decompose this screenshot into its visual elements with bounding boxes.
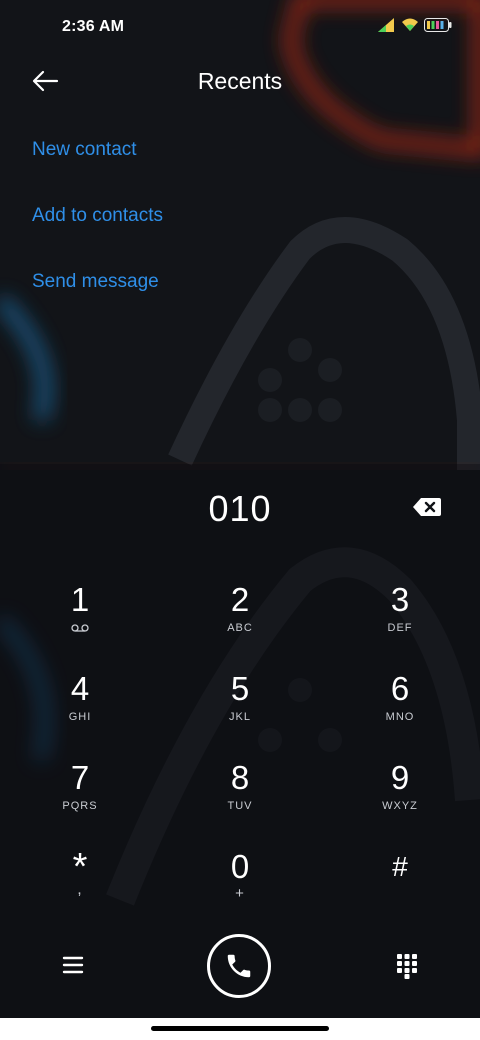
call-button[interactable] [207,934,271,998]
key-letters: DEF [387,622,413,634]
key-1[interactable]: 1 [20,580,140,656]
key-0[interactable]: 0 + [180,847,300,923]
key-digit: 9 [390,759,410,796]
key-digit: 3 [390,581,410,618]
key-letters: JKL [229,711,251,723]
dialed-number: 010 [208,488,272,529]
key-digit: 1 [70,581,90,618]
battery-icon [424,18,452,32]
key-hash[interactable]: # [340,847,460,923]
new-contact-link[interactable]: New contact [32,139,137,161]
page-title: Recents [197,68,283,94]
send-message-link[interactable]: Send message [32,271,159,293]
key-3[interactable]: 3 DEF [340,580,460,656]
key-digit: 4 [70,670,90,707]
key-8[interactable]: 8 TUV [180,758,300,834]
key-9[interactable]: 9 WXYZ [340,758,460,834]
key-letters: ABC [227,622,253,634]
key-digit: 7 [70,759,90,796]
status-bar: 2:36 AM [0,0,480,56]
home-indicator[interactable] [151,1026,329,1031]
key-letters: PQRS [62,800,98,812]
wifi-icon [402,18,418,31]
key-digit: 6 [390,670,410,707]
phone-icon [227,954,251,978]
key-letters: WXYZ [382,800,418,812]
voicemail-icon [71,624,89,632]
key-5[interactable]: 5 JKL [180,669,300,745]
key-star[interactable]: * , [20,847,140,923]
key-letters: , [77,881,83,898]
key-digit: 0 [230,848,250,885]
backspace-icon[interactable] [412,496,442,518]
menu-icon[interactable] [62,954,84,976]
key-4[interactable]: 4 GHI [20,669,140,745]
key-letters: GHI [68,711,92,723]
key-digit: 2 [230,581,250,618]
add-to-contacts-link[interactable]: Add to contacts [32,205,163,227]
signal-icon [378,18,394,32]
key-digit: 5 [230,670,250,707]
key-7[interactable]: 7 PQRS [20,758,140,834]
key-digit: # [392,851,408,882]
key-letters: MNO [385,711,415,723]
key-6[interactable]: 6 MNO [340,669,460,745]
status-time: 2:36 AM [62,18,125,35]
key-letters: TUV [227,800,253,812]
key-2[interactable]: 2 ABC [180,580,300,656]
dialpad-icon[interactable] [396,953,418,979]
key-letters: + [235,885,245,902]
status-icons [378,18,452,32]
key-digit: 8 [230,759,250,796]
